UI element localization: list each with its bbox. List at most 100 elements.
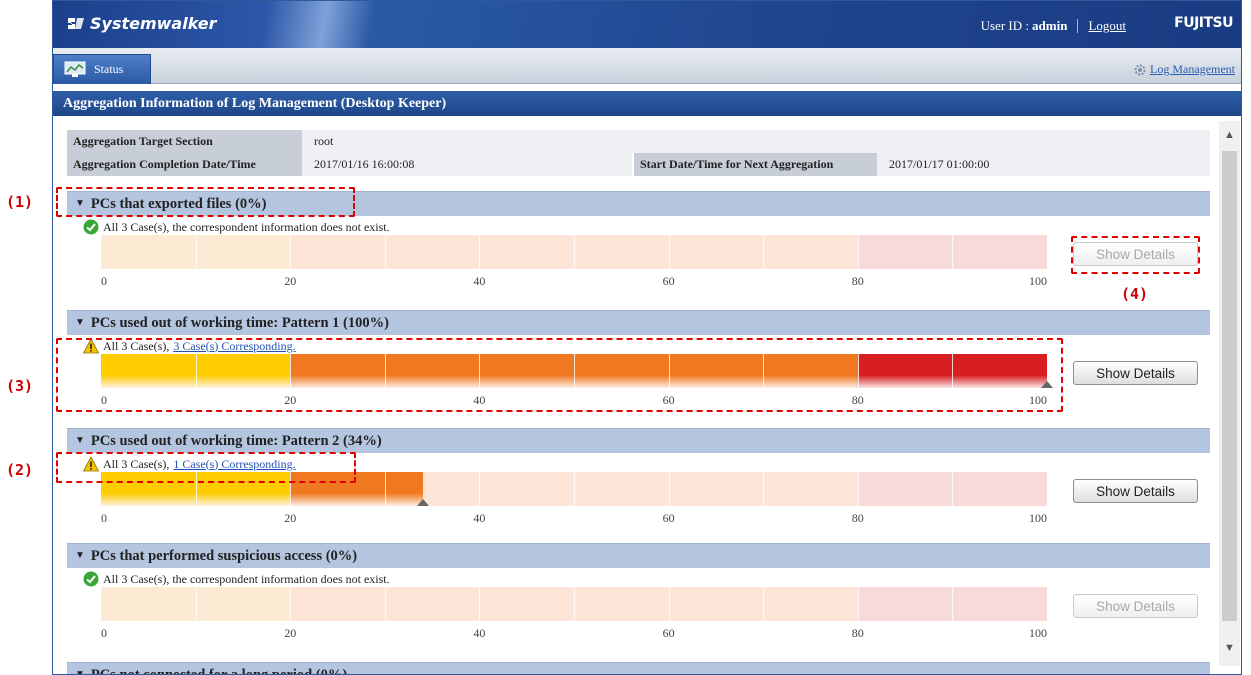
show-details-button[interactable]: Show Details: [1073, 479, 1198, 503]
tick-label: 40: [473, 511, 486, 525]
target-section-label: Aggregation Target Section: [67, 130, 302, 153]
bar-gridline: [668, 472, 670, 506]
callout-4-box: [1071, 236, 1200, 274]
collapse-triangle-icon: ▼: [75, 669, 85, 675]
section-not-connected: ▼ PCs not connected for a long period (0%…: [67, 662, 1210, 675]
section-header[interactable]: ▼ PCs that performed suspicious access (0…: [67, 543, 1210, 568]
tick-label: 20: [284, 511, 297, 525]
tick-label: 0: [101, 511, 107, 525]
tab-status[interactable]: Status: [53, 54, 151, 84]
callout-2-label: (2): [6, 461, 34, 479]
vertical-scrollbar[interactable]: ▲ ▼: [1219, 121, 1240, 666]
callout-4-label: (4): [1121, 285, 1149, 303]
scroll-thumb[interactable]: [1222, 151, 1237, 621]
fujitsu-logo: FUJITSU: [1174, 15, 1233, 31]
bar-gridline: [763, 472, 765, 506]
bar-gridline: [668, 235, 670, 269]
info-row-target: Aggregation Target Section root: [67, 130, 1210, 153]
bar-gridline: [952, 472, 954, 506]
section-title: PCs used out of working time: Pattern 2 …: [90, 433, 382, 449]
bar-gridline: [763, 587, 765, 621]
header-divider: [1077, 19, 1079, 33]
tab-bar: Status Log Management: [53, 48, 1241, 84]
progress-bar: [101, 235, 1047, 269]
scroll-down-icon[interactable]: ▼: [1219, 638, 1240, 658]
completion-value: 2017/01/16 16:00:08: [302, 153, 632, 176]
bar-gridline: [574, 472, 575, 506]
section-out-of-hours-pattern-2: ▼ PCs used out of working time: Pattern 2…: [67, 428, 1210, 553]
bar-gridline: [290, 235, 292, 269]
bar-gridline: [763, 235, 765, 269]
gear-icon: [1134, 64, 1146, 75]
tab-status-label: Status: [94, 62, 124, 76]
check-circle-icon: [83, 571, 99, 587]
bar-gridline: [952, 587, 954, 621]
tick-label: 60: [662, 274, 675, 288]
tick-label: 60: [662, 511, 675, 525]
log-management-link[interactable]: Log Management: [1133, 62, 1235, 77]
bar-gridline: [290, 587, 292, 621]
tick-label: 100: [1029, 511, 1047, 525]
callout-3-label: (3): [6, 377, 34, 395]
tick-label: 80: [851, 511, 864, 525]
bar-gridline: [574, 587, 575, 621]
bar-gridline: [857, 472, 859, 506]
bar-gridline: [384, 235, 386, 269]
systemwalker-logo: Systemwalker: [67, 14, 217, 33]
show-details-button[interactable]: Show Details: [1073, 361, 1198, 385]
scroll-up-icon[interactable]: ▲: [1219, 125, 1240, 145]
bar-gridline: [195, 235, 197, 269]
monitor-chart-icon: [64, 61, 86, 77]
scale-ticks: 0 20 40 60 80 100: [101, 274, 1047, 288]
section-title: PCs that performed suspicious access (0%…: [90, 548, 358, 564]
bar-gridline: [479, 587, 481, 621]
show-details-button[interactable]: Show Details: [1073, 594, 1198, 618]
status-message-text: All 3 Case(s), the correspondent informa…: [103, 571, 390, 586]
logout-link[interactable]: Logout: [1088, 18, 1126, 34]
bar-gridline: [857, 587, 859, 621]
info-row-dates: Aggregation Completion Date/Time 2017/01…: [67, 153, 1210, 176]
completion-label: Aggregation Completion Date/Time: [67, 153, 302, 176]
tick-label: 40: [473, 274, 486, 288]
bar-gridline: [574, 235, 575, 269]
page-title: Aggregation Information of Log Managemen…: [53, 91, 1241, 116]
tick-label: 80: [851, 626, 864, 640]
bar-gridline: [384, 472, 386, 506]
next-aggregation-label: Start Date/Time for Next Aggregation: [634, 153, 877, 176]
bar-gridline: [479, 472, 481, 506]
status-message: All 3 Case(s), the correspondent informa…: [83, 571, 390, 587]
aggregation-info-table: Aggregation Target Section root Aggregat…: [67, 130, 1210, 176]
bar-gridline: [668, 587, 670, 621]
systemwalker-mark-icon: [68, 18, 84, 29]
status-message-text: All 3 Case(s), the correspondent informa…: [103, 219, 390, 234]
scale-ticks: 0 20 40 60 80 100: [101, 626, 1047, 640]
tick-label: 20: [284, 274, 297, 288]
section-header[interactable]: ▼ PCs used out of working time: Pattern 2…: [67, 428, 1210, 453]
section-header[interactable]: ▼ PCs used out of working time: Pattern 1…: [67, 310, 1210, 335]
tick-label: 0: [101, 626, 107, 640]
section-suspicious-access: ▼ PCs that performed suspicious access (0…: [67, 543, 1210, 668]
value-pointer-icon: [416, 499, 429, 506]
tick-label: 80: [851, 274, 864, 288]
callout-2-box: [56, 452, 356, 483]
progress-bar: [101, 587, 1047, 621]
tick-label: 100: [1029, 274, 1047, 288]
logo-text: Systemwalker: [90, 14, 217, 33]
section-body: All 3 Case(s), the correspondent informa…: [67, 568, 1210, 668]
next-aggregation-value: 2017/01/17 01:00:00: [877, 153, 1210, 176]
bar-gridline: [384, 587, 386, 621]
user-id-label: User ID :: [980, 18, 1030, 33]
callout-3-box: [56, 338, 1063, 412]
callout-1-label: (1): [6, 193, 34, 211]
section-header[interactable]: ▼ PCs not connected for a long period (0%…: [67, 662, 1210, 675]
tick-label: 60: [662, 626, 675, 640]
bar-gridline: [952, 235, 954, 269]
section-body: All 3 Case(s), the correspondent informa…: [67, 216, 1210, 316]
bar-gridline: [857, 235, 859, 269]
collapse-triangle-icon: ▼: [75, 435, 85, 446]
tick-label: 40: [473, 626, 486, 640]
tick-label: 100: [1029, 626, 1047, 640]
tick-label: 20: [284, 626, 297, 640]
tick-label: 0: [101, 274, 107, 288]
collapse-triangle-icon: ▼: [75, 317, 85, 328]
